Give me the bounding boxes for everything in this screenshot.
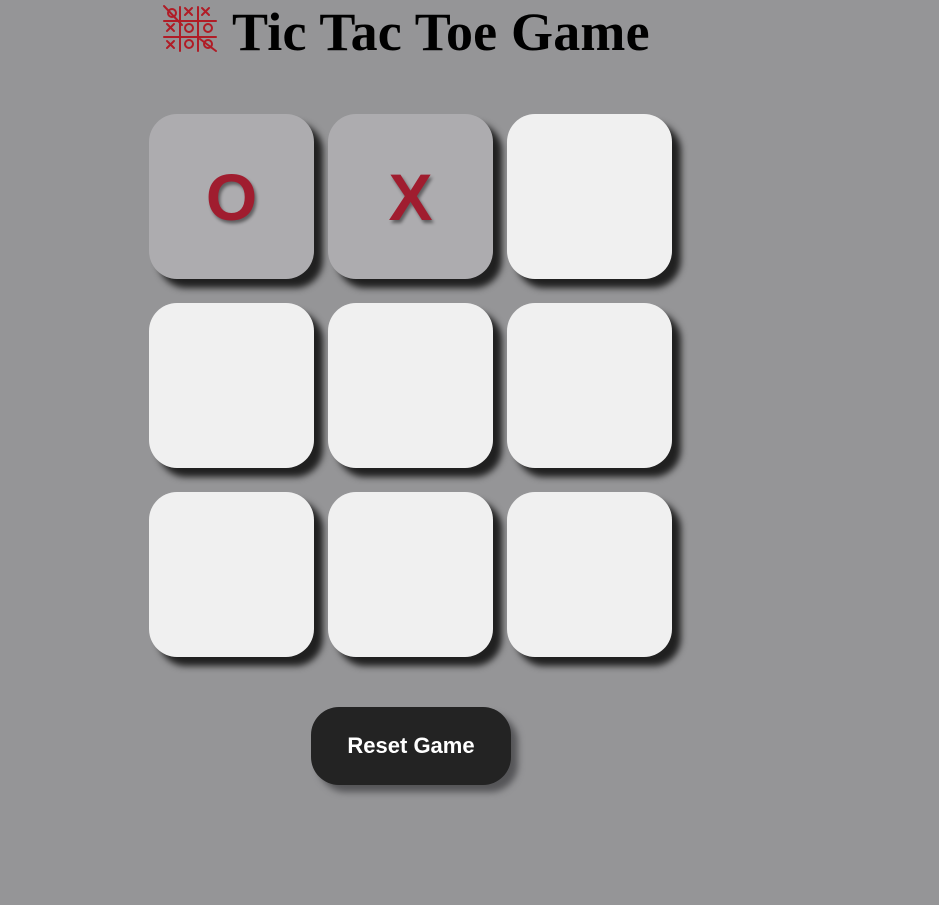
game-board: O X	[149, 114, 672, 657]
board-cell-7[interactable]	[149, 492, 314, 657]
cell-mark: X	[388, 159, 433, 234]
reset-game-button[interactable]: Reset Game	[311, 707, 511, 785]
cell-mark: O	[205, 159, 258, 234]
board-cell-1[interactable]: O	[149, 114, 314, 279]
board-cell-5[interactable]	[328, 303, 493, 468]
board-cell-4[interactable]	[149, 303, 314, 468]
tic-tac-toe-icon	[163, 5, 217, 52]
board-cell-3[interactable]	[507, 114, 672, 279]
page-header: Tic Tac Toe Game	[160, 0, 650, 64]
board-cell-2[interactable]: X	[328, 114, 493, 279]
board-cell-9[interactable]	[507, 492, 672, 657]
page-title: Tic Tac Toe Game	[232, 2, 650, 62]
board-cell-8[interactable]	[328, 492, 493, 657]
board-cell-6[interactable]	[507, 303, 672, 468]
